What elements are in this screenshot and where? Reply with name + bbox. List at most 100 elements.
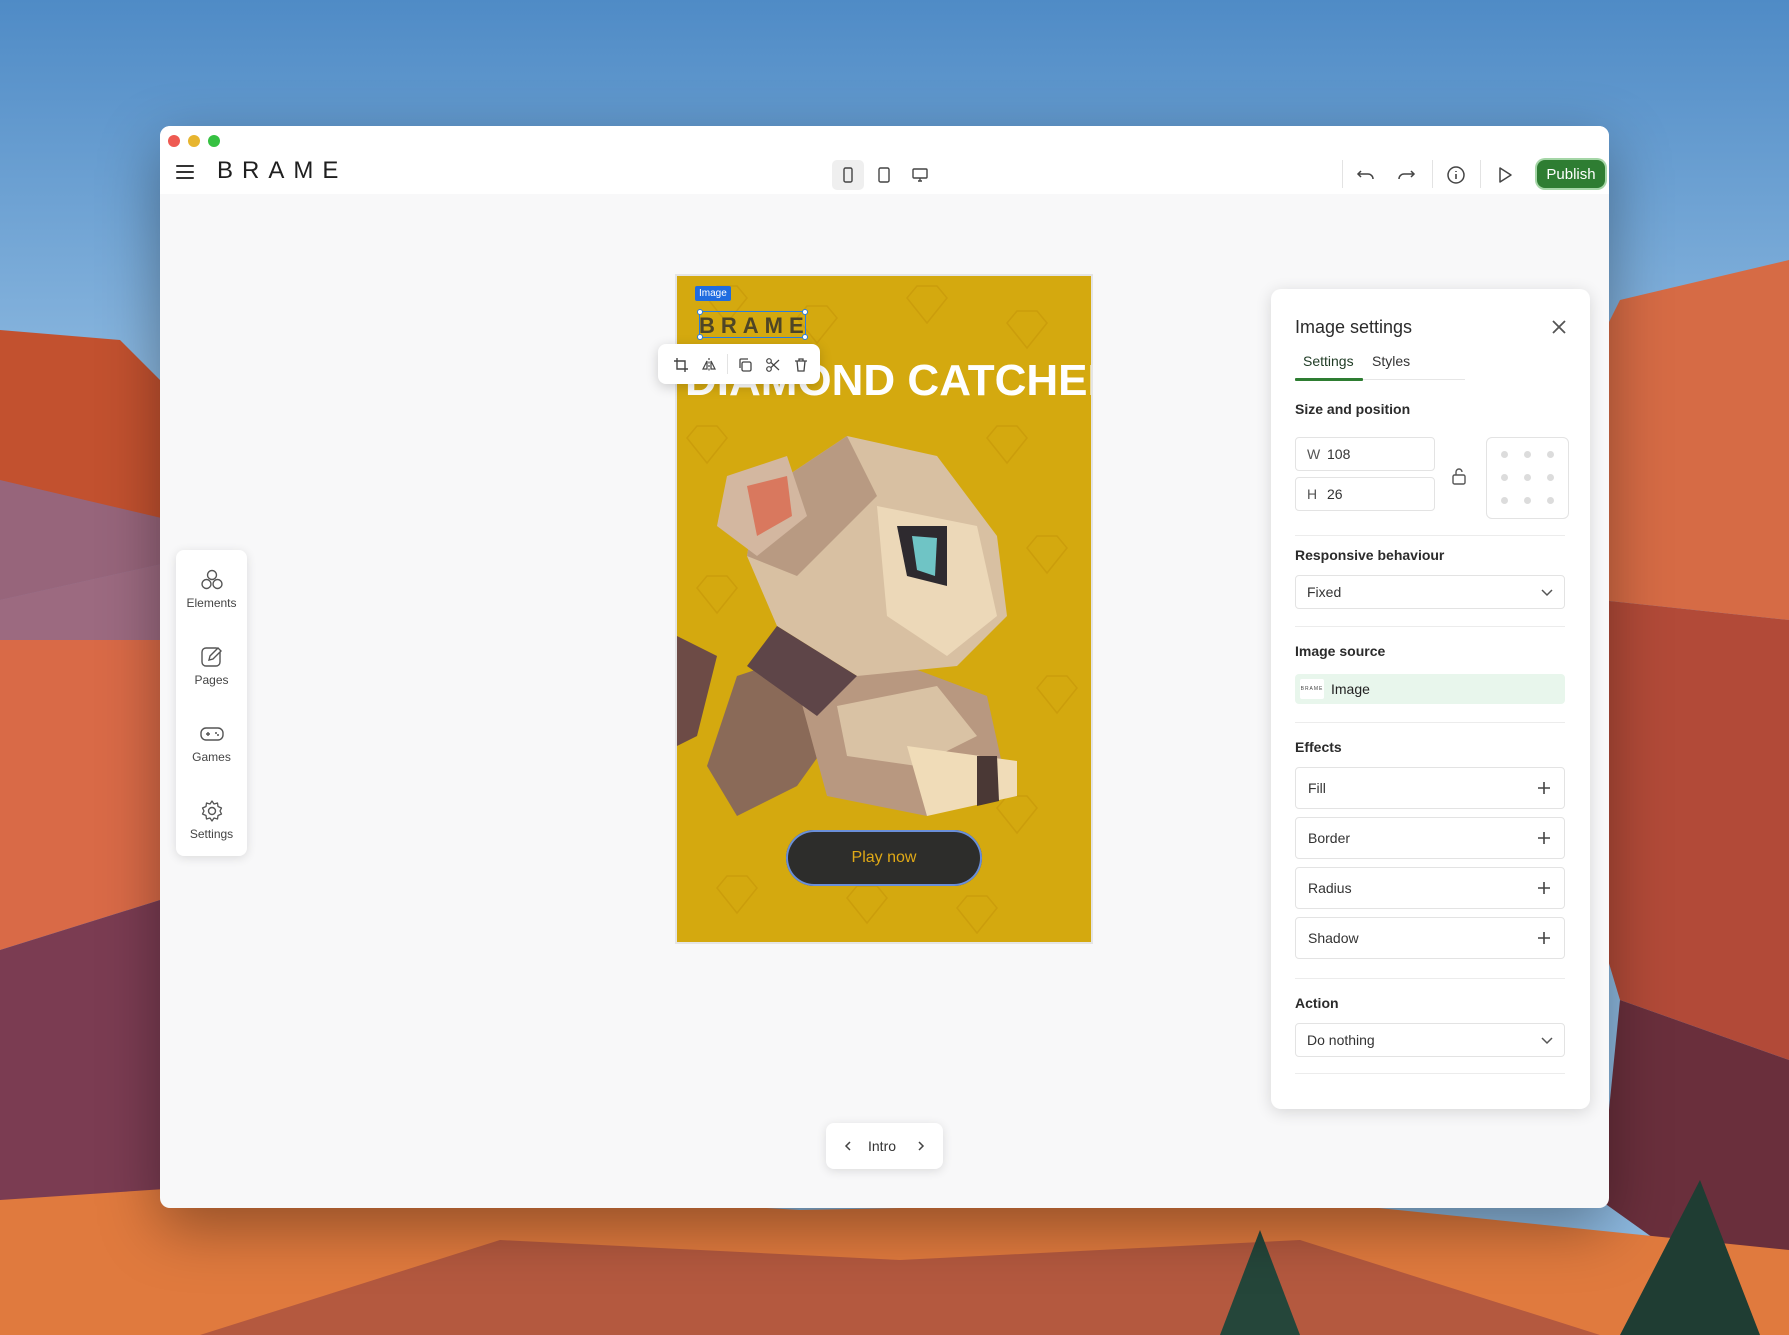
maximize-window-button[interactable]: [208, 135, 220, 147]
redo-icon: [1398, 170, 1416, 180]
sidebar-item-label: Elements: [186, 596, 237, 610]
sidebar-item-elements[interactable]: Elements: [176, 556, 247, 622]
resize-handle[interactable]: [697, 309, 703, 315]
toolbar-divider: [727, 354, 728, 374]
publish-button[interactable]: Publish: [1537, 160, 1605, 188]
trash-icon: [795, 358, 807, 372]
tablet-icon: [878, 167, 890, 183]
crop-button[interactable]: [670, 354, 692, 376]
monitor-icon: [912, 168, 928, 182]
effect-fill[interactable]: Fill: [1295, 767, 1565, 809]
effect-radius[interactable]: Radius: [1295, 867, 1565, 909]
chevron-left-icon: [844, 1141, 851, 1151]
plus-icon: [1538, 932, 1550, 944]
info-button[interactable]: [1440, 160, 1472, 190]
plus-icon: [1538, 882, 1550, 894]
action-select[interactable]: Do nothing: [1295, 1023, 1565, 1057]
sidebar-item-settings[interactable]: Settings: [176, 787, 247, 853]
section-divider: [1295, 978, 1565, 979]
align-center[interactable]: [1524, 474, 1531, 481]
mobile-icon: [843, 167, 853, 183]
align-middle-left[interactable]: [1501, 474, 1508, 481]
sidebar-item-label: Settings: [189, 827, 234, 841]
play-now-button[interactable]: Play now: [786, 830, 982, 886]
align-bottom-left[interactable]: [1501, 497, 1508, 504]
align-bottom-center[interactable]: [1524, 497, 1531, 504]
effect-label: Fill: [1308, 780, 1326, 796]
image-source-picker[interactable]: BRAME Image: [1295, 674, 1565, 704]
width-field[interactable]: W 108: [1295, 437, 1435, 471]
close-panel-button[interactable]: [1549, 317, 1569, 337]
minimize-window-button[interactable]: [188, 135, 200, 147]
responsive-select[interactable]: Fixed: [1295, 575, 1565, 609]
app-logo: BRAME: [217, 157, 348, 184]
section-divider: [1295, 722, 1565, 723]
height-field[interactable]: H 26: [1295, 477, 1435, 511]
align-top-left[interactable]: [1501, 451, 1508, 458]
page-navigator: Intro: [826, 1123, 943, 1169]
sidebar-item-games[interactable]: Games: [176, 710, 247, 776]
desktop-view-button[interactable]: [904, 160, 936, 190]
copy-icon: [739, 358, 752, 372]
cut-button[interactable]: [762, 354, 784, 376]
aspect-lock-button[interactable]: [1451, 467, 1467, 490]
app-window: BRAME Publish Elements Pages Games Setti…: [160, 126, 1609, 1208]
effect-label: Border: [1308, 830, 1351, 846]
delete-button[interactable]: [790, 354, 812, 376]
pages-icon: [200, 647, 222, 667]
section-image-source: Image source: [1295, 643, 1386, 659]
effect-border[interactable]: Border: [1295, 817, 1565, 859]
responsive-value: Fixed: [1307, 584, 1342, 600]
toolbar-divider: [1432, 160, 1433, 188]
flip-button[interactable]: [698, 354, 720, 376]
section-divider: [1295, 626, 1565, 627]
resize-handle[interactable]: [697, 334, 703, 340]
duplicate-button[interactable]: [734, 354, 756, 376]
chevron-down-icon: [1541, 1037, 1553, 1045]
preview-button[interactable]: [1489, 160, 1521, 190]
tab-styles[interactable]: Styles: [1372, 353, 1410, 369]
selection-box[interactable]: [697, 309, 808, 340]
plus-icon: [1538, 782, 1550, 794]
width-value: 108: [1327, 446, 1351, 462]
tab-settings[interactable]: Settings: [1303, 353, 1354, 369]
image-source-value: Image: [1331, 681, 1370, 697]
align-bottom-right[interactable]: [1547, 497, 1554, 504]
sidebar-item-label: Games: [192, 750, 231, 764]
resize-handle[interactable]: [802, 309, 808, 315]
close-icon: [1552, 320, 1566, 334]
hamburger-menu-icon[interactable]: [176, 165, 194, 179]
sidebar-item-pages[interactable]: Pages: [176, 633, 247, 699]
tablet-view-button[interactable]: [868, 160, 900, 190]
previous-page-button[interactable]: [838, 1136, 858, 1156]
effect-shadow[interactable]: Shadow: [1295, 917, 1565, 959]
gear-icon: [201, 800, 222, 822]
height-value: 26: [1327, 486, 1343, 502]
sidebar-item-label: Pages: [194, 673, 229, 687]
resize-handle[interactable]: [802, 334, 808, 340]
next-page-button[interactable]: [911, 1136, 931, 1156]
flip-icon: [702, 358, 716, 372]
height-prefix: H: [1307, 486, 1318, 502]
mobile-view-button[interactable]: [832, 160, 864, 190]
crop-icon: [674, 358, 688, 372]
section-action: Action: [1295, 995, 1339, 1011]
unlock-icon: [1452, 468, 1466, 485]
selection-tag: Image: [695, 286, 731, 301]
alignment-grid[interactable]: [1486, 437, 1569, 519]
chevron-down-icon: [1541, 589, 1553, 597]
close-window-button[interactable]: [168, 135, 180, 147]
effect-label: Radius: [1308, 880, 1352, 896]
undo-button[interactable]: [1350, 160, 1382, 190]
align-top-right[interactable]: [1547, 451, 1554, 458]
plus-icon: [1538, 832, 1550, 844]
align-top-center[interactable]: [1524, 451, 1531, 458]
image-thumbnail: BRAME: [1300, 679, 1324, 699]
play-icon: [1499, 167, 1512, 183]
active-tab-indicator: [1295, 378, 1363, 381]
align-middle-right[interactable]: [1547, 474, 1554, 481]
elements-icon: [200, 569, 223, 590]
scissors-icon: [766, 358, 780, 372]
panel-title: Image settings: [1295, 317, 1413, 337]
redo-button[interactable]: [1390, 160, 1422, 190]
